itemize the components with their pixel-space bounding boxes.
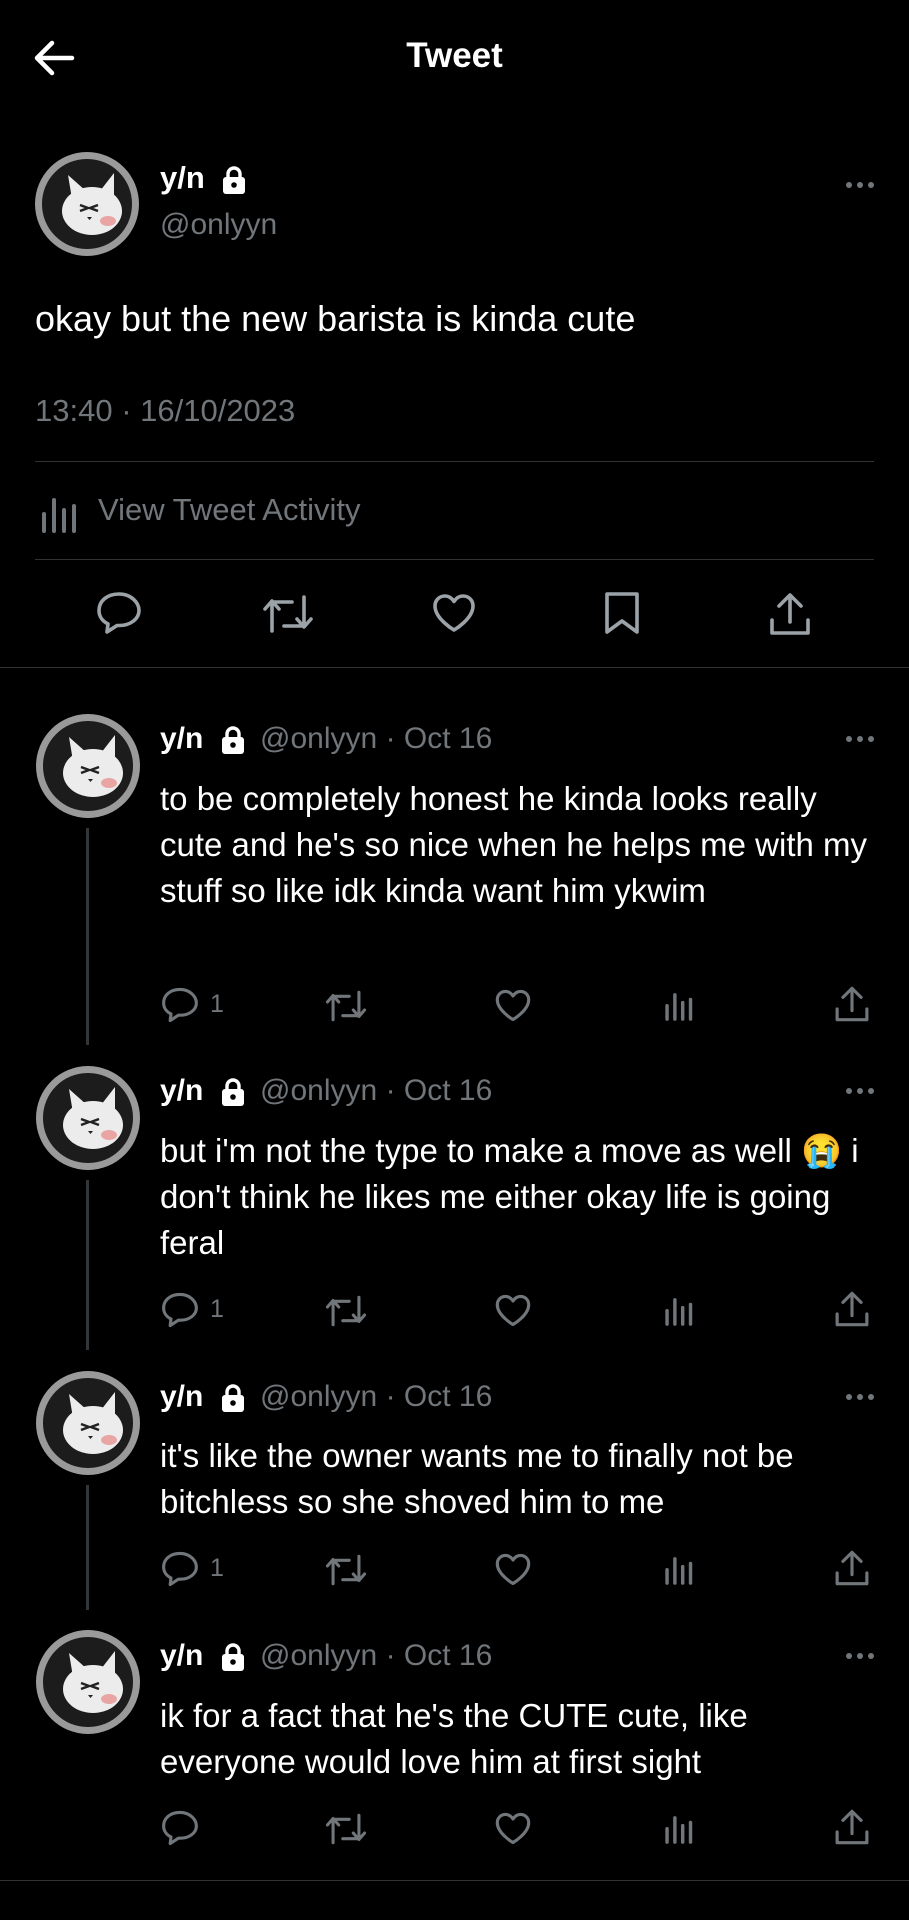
analytics-icon[interactable] bbox=[660, 1551, 696, 1587]
avatar[interactable] bbox=[35, 152, 139, 256]
reply-text: ik for a fact that he's the CUTE cute, l… bbox=[160, 1697, 748, 1780]
reply-header: y/n @onlyyn · Oct 16 bbox=[160, 722, 492, 756]
like-icon[interactable] bbox=[431, 592, 477, 634]
lock-icon bbox=[220, 725, 246, 755]
top-bar: Tweet bbox=[0, 0, 909, 118]
avatar[interactable] bbox=[36, 1066, 140, 1170]
analytics-icon[interactable] bbox=[660, 1810, 696, 1846]
avatar[interactable] bbox=[36, 714, 140, 818]
retweet-icon[interactable] bbox=[325, 1812, 367, 1846]
reply-text: to be completely honest he kinda looks r… bbox=[160, 780, 868, 909]
like-icon[interactable] bbox=[494, 1552, 532, 1587]
activity-label: View Tweet Activity bbox=[98, 492, 361, 527]
reply-count: 1 bbox=[210, 1295, 224, 1323]
reply-icon[interactable] bbox=[161, 1292, 199, 1328]
thread-line bbox=[86, 828, 89, 1045]
analytics-icon[interactable] bbox=[660, 1292, 696, 1328]
share-icon[interactable] bbox=[833, 1290, 871, 1328]
bookmark-icon[interactable] bbox=[603, 590, 641, 636]
reply-header: y/n @onlyyn · Oct 16 bbox=[160, 1074, 492, 1108]
retweet-icon[interactable] bbox=[262, 593, 314, 635]
date[interactable]: Oct 16 bbox=[404, 1074, 492, 1107]
more-options-icon[interactable] bbox=[846, 736, 876, 744]
more-options-icon[interactable] bbox=[846, 1088, 876, 1096]
divider bbox=[35, 559, 874, 560]
divider bbox=[0, 1880, 909, 1881]
display-name[interactable]: y/n bbox=[160, 1380, 203, 1413]
lock-icon bbox=[221, 165, 247, 195]
reply-header: y/n @onlyyn · Oct 16 bbox=[160, 1380, 492, 1414]
display-name[interactable]: y/n bbox=[160, 160, 205, 195]
reply-text: it's like the owner wants me to finally … bbox=[160, 1437, 794, 1520]
page-title: Tweet bbox=[406, 36, 503, 75]
share-icon[interactable] bbox=[833, 985, 871, 1023]
author-row: y/n bbox=[160, 160, 247, 196]
lock-icon bbox=[220, 1077, 246, 1107]
thread-line bbox=[86, 1485, 89, 1610]
handle[interactable]: @onlyyn bbox=[260, 722, 377, 755]
more-options-icon[interactable] bbox=[846, 182, 876, 190]
analytics-icon[interactable] bbox=[660, 987, 696, 1023]
crying-emoji: 😭 bbox=[800, 1132, 843, 1169]
share-icon[interactable] bbox=[833, 1549, 871, 1587]
divider bbox=[35, 461, 874, 462]
handle[interactable]: @onlyyn bbox=[260, 1380, 377, 1413]
retweet-icon[interactable] bbox=[325, 1553, 367, 1587]
lock-icon bbox=[220, 1642, 246, 1672]
date[interactable]: Oct 16 bbox=[404, 1380, 492, 1413]
like-icon[interactable] bbox=[494, 1811, 532, 1846]
timestamp: 13:40 · 16/10/2023 bbox=[35, 393, 296, 428]
display-name[interactable]: y/n bbox=[160, 722, 203, 755]
display-name[interactable]: y/n bbox=[160, 1074, 203, 1107]
retweet-icon[interactable] bbox=[325, 1294, 367, 1328]
divider bbox=[0, 667, 909, 668]
handle[interactable]: @onlyyn bbox=[260, 1074, 377, 1107]
separator: · bbox=[385, 1074, 396, 1107]
avatar[interactable] bbox=[36, 1371, 140, 1475]
reply-text-part: but i'm not the type to make a move as w… bbox=[160, 1132, 801, 1169]
share-icon[interactable] bbox=[767, 591, 813, 637]
reply-icon[interactable] bbox=[161, 1551, 199, 1587]
reply-icon[interactable] bbox=[96, 591, 142, 635]
more-options-icon[interactable] bbox=[846, 1653, 876, 1661]
reply-count: 1 bbox=[210, 990, 224, 1018]
like-icon[interactable] bbox=[494, 988, 532, 1023]
lock-icon bbox=[220, 1383, 246, 1413]
share-icon[interactable] bbox=[833, 1808, 871, 1846]
thread-line bbox=[86, 1180, 89, 1350]
separator: · bbox=[385, 1380, 396, 1413]
handle[interactable]: @onlyyn bbox=[160, 208, 277, 242]
date[interactable]: Oct 16 bbox=[404, 722, 492, 755]
reply-icon[interactable] bbox=[161, 987, 199, 1023]
avatar[interactable] bbox=[36, 1630, 140, 1734]
reply-header: y/n @onlyyn · Oct 16 bbox=[160, 1639, 492, 1673]
more-options-icon[interactable] bbox=[846, 1394, 876, 1402]
separator: · bbox=[385, 722, 396, 755]
separator: · bbox=[385, 1639, 396, 1672]
date[interactable]: Oct 16 bbox=[404, 1639, 492, 1672]
display-name[interactable]: y/n bbox=[160, 1639, 203, 1672]
retweet-icon[interactable] bbox=[325, 989, 367, 1023]
handle[interactable]: @onlyyn bbox=[260, 1639, 377, 1672]
reply-text: but i'm not the type to make a move as w… bbox=[160, 1128, 880, 1266]
like-icon[interactable] bbox=[494, 1293, 532, 1328]
tweet-text: okay but the new barista is kinda cute bbox=[35, 298, 636, 339]
reply-icon[interactable] bbox=[161, 1810, 199, 1846]
analytics-icon bbox=[42, 498, 76, 533]
reply-count: 1 bbox=[210, 1554, 224, 1582]
